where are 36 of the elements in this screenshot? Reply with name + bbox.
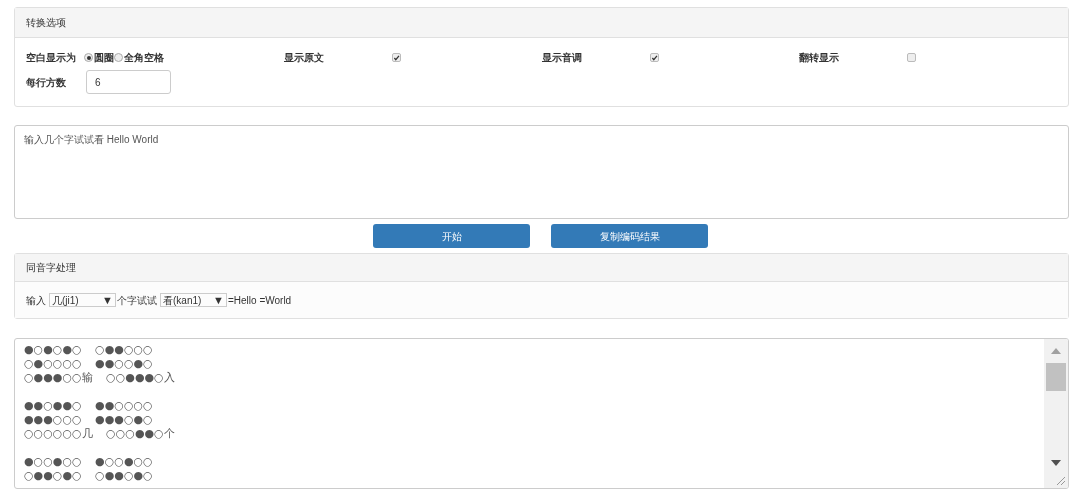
scroll-down-icon[interactable] (1051, 460, 1061, 466)
output-line: ○●●○●○ ○●●○●○ (24, 469, 154, 483)
radio[interactable] (114, 53, 123, 62)
scroll-up-icon[interactable] (1051, 348, 1061, 354)
checkbox[interactable] (907, 53, 917, 62)
output-line: ●○○●○○ ●○○●○○ (24, 455, 154, 469)
panel-title: 同音字处理 (26, 261, 76, 275)
action-button[interactable]: 复制编码结果 (551, 224, 708, 248)
action-button[interactable]: 开始 (373, 224, 530, 248)
text-input[interactable]: 输入几个字试试看 Hello World (14, 125, 1069, 219)
dropdown[interactable]: 几(ji1) ▼ (49, 293, 116, 307)
radio-option[interactable]: 全角空格 (114, 50, 164, 65)
panel-title: 转换选项 (26, 16, 66, 30)
input-field[interactable]: 6 (86, 70, 171, 94)
option-label: 空白显示为 (26, 51, 77, 65)
output-line: ●○●○●○ ○●●○○○ (24, 343, 154, 357)
output-line: ●●○●●○ ●●○○○○ (24, 399, 154, 413)
scroll-thumb[interactable] (1046, 363, 1066, 391)
resize-grip-icon[interactable] (1055, 475, 1065, 485)
checkbox[interactable] (649, 53, 659, 62)
inline-text: 个字试试 (117, 293, 157, 308)
option-label: 翻转显示 (799, 51, 841, 65)
checkbox[interactable] (391, 53, 401, 62)
option-label: 显示音调 (541, 51, 583, 65)
inline-text: =Hello =World (228, 293, 292, 308)
option-label: 每行方数 (26, 75, 67, 90)
radio-option[interactable]: 圆圈 (84, 50, 114, 65)
output-line: ○●●●○○输 ○○●●●○入 (24, 371, 176, 385)
radio[interactable] (84, 53, 93, 62)
option-label: 显示原文 (283, 51, 325, 65)
scrollbar[interactable] (1044, 339, 1068, 488)
output-line: ○●○○○○ ●●○○●○ (24, 357, 154, 371)
output-line: ○○○○○○几 ○○○●●○个 (24, 427, 176, 441)
dropdown[interactable]: 看(kan1) ▼ (160, 293, 227, 307)
output-line: ●●●○○○ ●●●○●○ (24, 413, 154, 427)
inline-text: 输入 (26, 293, 46, 308)
